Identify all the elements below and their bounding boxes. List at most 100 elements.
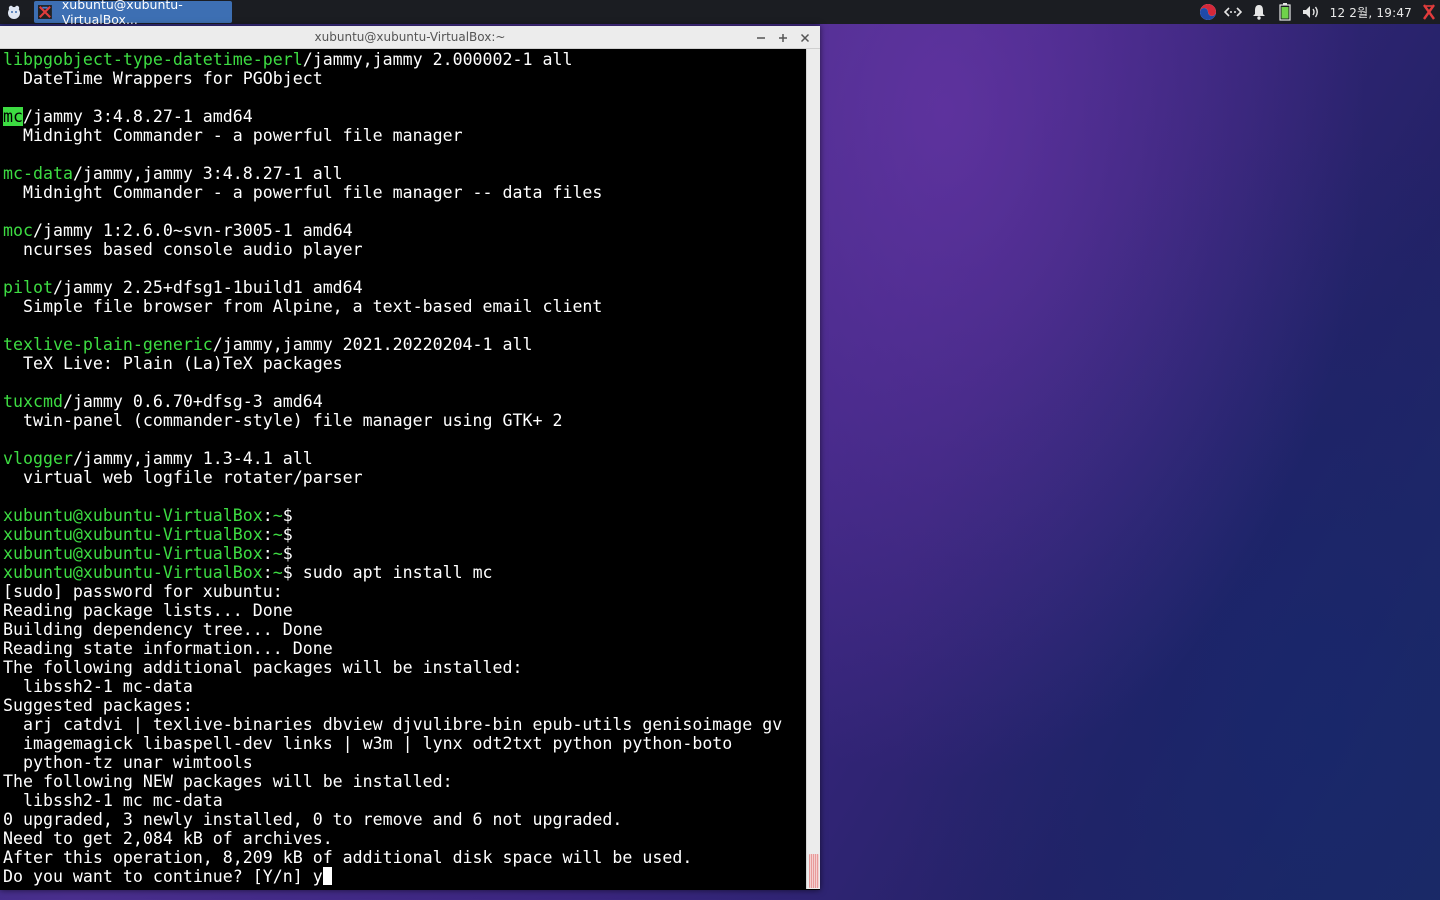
terminal-text-segment: After this operation, 8,209 kB of additi… [3, 848, 693, 867]
terminal-line: xubuntu@xubuntu-VirtualBox:~$ sudo apt i… [3, 563, 806, 582]
terminal-text-segment: ~ [272, 506, 283, 525]
terminal-window: xubuntu@xubuntu-VirtualBox:~ libpgobject… [0, 26, 820, 890]
terminal-text-segment: /jammy,jammy 1.3-4.1 all [72, 449, 313, 468]
terminal-text-segment: $ sudo apt install mc [282, 563, 493, 582]
terminal-text-segment: DateTime Wrappers for PGObject [3, 69, 323, 88]
terminal-text-segment: python-tz unar wimtools [3, 753, 253, 772]
terminal-text-segment: The following NEW packages will be insta… [3, 772, 453, 791]
terminal-line: Midnight Commander - a powerful file man… [3, 183, 806, 202]
terminal-line: twin-panel (commander-style) file manage… [3, 411, 806, 430]
terminal-text-segment: Simple file browser from Alpine, a text-… [3, 297, 603, 316]
clock[interactable]: 12 2월, 19:47 [1330, 0, 1412, 24]
terminal-text-segment: ~ [272, 563, 283, 582]
terminal-text-segment: /jammy,jammy 3:4.8.27-1 all [72, 164, 343, 183]
terminal-line: The following additional packages will b… [3, 658, 806, 677]
taskbar-button-terminal[interactable]: xubuntu@xubuntu-VirtualBox... [34, 0, 232, 27]
terminal-line: mc-data/jammy,jammy 3:4.8.27-1 all [3, 164, 806, 183]
terminal-text-segment: Suggested packages: [3, 696, 193, 715]
terminal-text-segment: Reading state information... Done [3, 639, 333, 658]
terminal-text-segment: pilot [3, 278, 53, 297]
terminal-line: The following NEW packages will be insta… [3, 772, 806, 791]
close-button[interactable] [796, 29, 814, 46]
terminal-text-segment: TeX Live: Plain (La)TeX packages [3, 354, 343, 373]
terminal-text: libpgobject-type-datetime-perl/jammy,jam… [0, 49, 806, 886]
desktop-background [820, 24, 1440, 900]
xfce-mouse-icon [8, 5, 20, 19]
terminal-line: xubuntu@xubuntu-VirtualBox:~$ [3, 525, 806, 544]
terminal-line: [sudo] password for xubuntu: [3, 582, 806, 601]
terminal-line: Building dependency tree... Done [3, 620, 806, 639]
terminal-line: Need to get 2,084 kB of archives. [3, 829, 806, 848]
maximize-icon [779, 33, 787, 42]
terminal-text-segment: /jammy 1:2.6.0~svn-r3005-1 amd64 [32, 221, 353, 240]
terminal-text-segment: Do you want to continue? [Y/n] y [3, 867, 323, 886]
terminal-text-segment: imagemagick libaspell-dev links | w3m | … [3, 734, 733, 753]
terminal-text-segment: The following additional packages will b… [3, 658, 523, 677]
terminal-scrollbar[interactable] [806, 49, 820, 889]
terminal-line: moc/jammy 1:2.6.0~svn-r3005-1 amd64 [3, 221, 806, 240]
terminal-line: DateTime Wrappers for PGObject [3, 69, 806, 88]
terminal-line: pilot/jammy 2.25+dfsg1-1build1 amd64 [3, 278, 806, 297]
whisker-menu-button[interactable] [4, 2, 24, 22]
terminal-line: texlive-plain-generic/jammy,jammy 2021.2… [3, 335, 806, 354]
terminal-text-segment: xubuntu@xubuntu-VirtualBox [3, 544, 263, 563]
terminal-text-segment: : [262, 563, 273, 582]
terminal-line: TeX Live: Plain (La)TeX packages [3, 354, 806, 373]
terminal-line: Suggested packages: [3, 696, 806, 715]
terminal-line: python-tz unar wimtools [3, 753, 806, 772]
terminal-text-segment: $ [282, 544, 293, 563]
terminal-text-segment: : [262, 544, 273, 563]
terminal-line: vlogger/jammy,jammy 1.3-4.1 all [3, 449, 806, 468]
terminal-text-segment: arj catdvi | texlive-binaries dbview djv… [3, 715, 783, 734]
top-panel: xubuntu@xubuntu-VirtualBox... 12 2월, 19:… [0, 0, 1440, 27]
terminal-text-segment: moc [3, 221, 33, 240]
terminal-text-segment: $ [282, 525, 293, 544]
terminal-text-segment: /jammy 2.25+dfsg1-1build1 amd64 [52, 278, 363, 297]
terminal-line: Do you want to continue? [Y/n] y [3, 867, 806, 886]
xfce-logo-icon[interactable] [1418, 0, 1440, 24]
minimize-icon [757, 36, 765, 39]
terminal-text-segment: xubuntu@xubuntu-VirtualBox [3, 506, 263, 525]
terminal-text-segment: [sudo] password for xubuntu: [3, 582, 283, 601]
volume-icon[interactable] [1298, 0, 1324, 24]
close-icon [800, 33, 810, 42]
terminal-text-segment: xubuntu@xubuntu-VirtualBox [3, 563, 263, 582]
maximize-button[interactable] [774, 29, 792, 46]
scrollbar-thumb[interactable] [809, 854, 819, 888]
terminal-app-icon [38, 5, 52, 19]
terminal-line: Simple file browser from Alpine, a text-… [3, 297, 806, 316]
terminal-text-segment: mc-data [3, 164, 73, 183]
window-titlebar[interactable]: xubuntu@xubuntu-VirtualBox:~ [0, 26, 820, 49]
terminal-text-segment: /jammy 0.6.70+dfsg-3 amd64 [62, 392, 323, 411]
terminal-text-segment: libssh2-1 mc mc-data [3, 791, 223, 810]
battery-icon[interactable] [1272, 0, 1298, 24]
terminal-text-segment: virtual web logfile rotater/parser [3, 468, 363, 487]
terminal-text-segment: ~ [272, 544, 283, 563]
terminal-text-segment: /jammy,jammy 2.000002-1 all [302, 50, 573, 69]
terminal-text-segment: 0 upgraded, 3 newly installed, 0 to remo… [3, 810, 623, 829]
input-method-icon[interactable] [1196, 0, 1220, 24]
notification-bell-icon[interactable] [1246, 0, 1272, 24]
terminal-line: arj catdvi | texlive-binaries dbview djv… [3, 715, 806, 734]
terminal-line: tuxcmd/jammy 0.6.70+dfsg-3 amd64 [3, 392, 806, 411]
terminal-text-segment: texlive-plain-generic [3, 335, 213, 354]
terminal-text-segment: vlogger [3, 449, 73, 468]
terminal-text-segment: Reading package lists... Done [3, 601, 293, 620]
terminal-text-segment: ncurses based console audio player [3, 240, 363, 259]
terminal-output[interactable]: libpgobject-type-datetime-perl/jammy,jam… [0, 49, 806, 889]
terminal-line: libssh2-1 mc-data [3, 677, 806, 696]
network-icon[interactable] [1220, 0, 1246, 24]
text-cursor [322, 867, 332, 885]
terminal-line: xubuntu@xubuntu-VirtualBox:~$ [3, 506, 806, 525]
terminal-line: Reading package lists... Done [3, 601, 806, 620]
terminal-text-segment: twin-panel (commander-style) file manage… [3, 411, 563, 430]
minimize-button[interactable] [752, 29, 770, 46]
